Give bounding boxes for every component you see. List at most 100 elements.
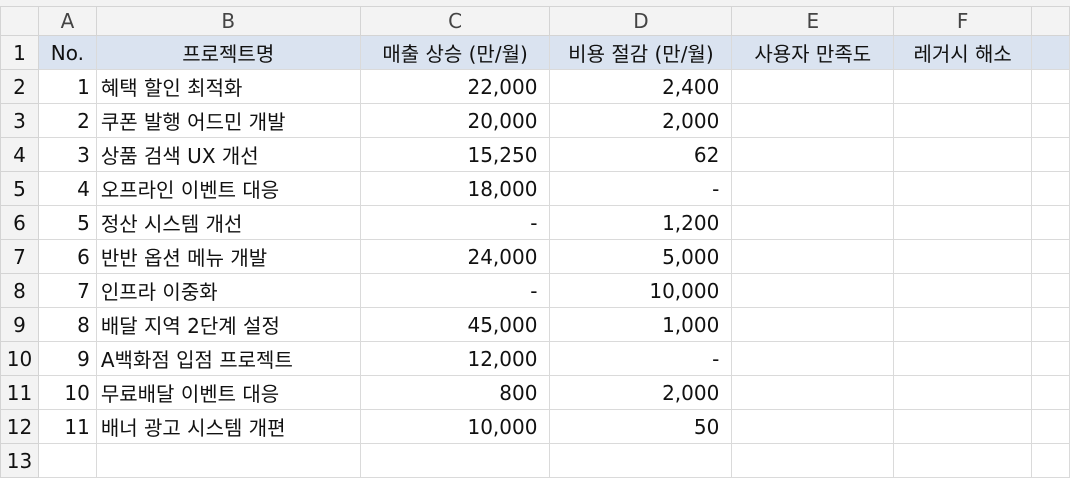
row-header[interactable]: 13 [0,443,39,478]
cell-project-name[interactable]: 인프라 이중화 [95,273,361,308]
cell-cost[interactable]: 10,000 [549,273,733,308]
header-cell-project[interactable]: 프로젝트명 [95,35,361,70]
column-header-a[interactable]: A [37,6,97,36]
empty-cell[interactable] [359,443,551,478]
cell-no[interactable]: 5 [37,205,97,240]
cell-project-name[interactable]: 정산 시스템 개선 [95,205,361,240]
empty-cell[interactable] [1031,35,1070,70]
header-cell-legacy[interactable]: 레거시 해소 [893,35,1033,70]
cell-project-name[interactable]: 쿠폰 발행 어드민 개발 [95,103,361,138]
column-header-f[interactable]: F [893,6,1033,36]
row-header[interactable]: 10 [0,341,39,376]
row-header[interactable]: 8 [0,273,39,308]
select-all-corner[interactable] [0,6,39,36]
cell-cost[interactable]: 2,000 [549,375,733,410]
cell-no[interactable]: 3 [37,137,97,172]
row-header[interactable]: 4 [0,137,39,172]
empty-cell[interactable] [1031,171,1070,206]
cell-project-name[interactable]: 상품 검색 UX 개선 [95,137,361,172]
empty-cell[interactable] [1031,273,1070,308]
cell-no[interactable]: 4 [37,171,97,206]
cell-no[interactable]: 9 [37,341,97,376]
row-header[interactable]: 9 [0,307,39,342]
cell-cost[interactable]: 1,000 [549,307,733,342]
cell-legacy[interactable] [893,239,1033,274]
row-header[interactable]: 3 [0,103,39,138]
cell-sales[interactable]: - [359,273,551,308]
cell-cost[interactable]: 62 [549,137,733,172]
header-cell-sales[interactable]: 매출 상승 (만/월) [359,35,551,70]
empty-cell[interactable] [1031,69,1070,104]
cell-no[interactable]: 10 [37,375,97,410]
cell-satisfaction[interactable] [731,273,895,308]
cell-project-name[interactable]: 배너 광고 시스템 개편 [95,409,361,444]
cell-sales[interactable]: 800 [359,375,551,410]
cell-sales[interactable]: 15,250 [359,137,551,172]
cell-project-name[interactable]: 배달 지역 2단계 설정 [95,307,361,342]
empty-cell[interactable] [1031,375,1070,410]
column-header-e[interactable]: E [731,6,895,36]
cell-satisfaction[interactable] [731,205,895,240]
cell-legacy[interactable] [893,375,1033,410]
cell-legacy[interactable] [893,171,1033,206]
cell-sales[interactable]: - [359,205,551,240]
cell-sales[interactable]: 18,000 [359,171,551,206]
empty-cell[interactable] [95,443,361,478]
empty-cell[interactable] [893,443,1033,478]
cell-sales[interactable]: 10,000 [359,409,551,444]
cell-satisfaction[interactable] [731,69,895,104]
column-header-g[interactable] [1031,6,1070,36]
cell-cost[interactable]: - [549,171,733,206]
row-header[interactable]: 5 [0,171,39,206]
empty-cell[interactable] [1031,137,1070,172]
cell-sales[interactable]: 45,000 [359,307,551,342]
cell-cost[interactable]: 50 [549,409,733,444]
cell-satisfaction[interactable] [731,375,895,410]
cell-sales[interactable]: 12,000 [359,341,551,376]
cell-cost[interactable]: 2,400 [549,69,733,104]
cell-sales[interactable]: 22,000 [359,69,551,104]
header-cell-no[interactable]: No. [37,35,97,70]
column-header-d[interactable]: D [549,6,733,36]
header-cell-cost[interactable]: 비용 절감 (만/월) [549,35,733,70]
cell-legacy[interactable] [893,205,1033,240]
cell-cost[interactable]: 2,000 [549,103,733,138]
cell-cost[interactable]: 1,200 [549,205,733,240]
row-header[interactable]: 2 [0,69,39,104]
cell-no[interactable]: 11 [37,409,97,444]
empty-cell[interactable] [1031,341,1070,376]
row-header[interactable]: 12 [0,409,39,444]
cell-no[interactable]: 7 [37,273,97,308]
cell-project-name[interactable]: A백화점 입점 프로젝트 [95,341,361,376]
cell-legacy[interactable] [893,273,1033,308]
cell-satisfaction[interactable] [731,171,895,206]
empty-cell[interactable] [1031,443,1070,478]
row-header[interactable]: 1 [0,35,39,70]
cell-no[interactable]: 8 [37,307,97,342]
cell-no[interactable]: 6 [37,239,97,274]
cell-satisfaction[interactable] [731,341,895,376]
empty-cell[interactable] [549,443,733,478]
cell-sales[interactable]: 24,000 [359,239,551,274]
cell-project-name[interactable]: 무료배달 이벤트 대응 [95,375,361,410]
cell-sales[interactable]: 20,000 [359,103,551,138]
cell-project-name[interactable]: 혜택 할인 최적화 [95,69,361,104]
empty-cell[interactable] [1031,103,1070,138]
cell-cost[interactable]: - [549,341,733,376]
cell-satisfaction[interactable] [731,137,895,172]
cell-legacy[interactable] [893,69,1033,104]
row-header[interactable]: 6 [0,205,39,240]
empty-cell[interactable] [1031,307,1070,342]
cell-no[interactable]: 2 [37,103,97,138]
cell-satisfaction[interactable] [731,409,895,444]
header-cell-satisfaction[interactable]: 사용자 만족도 [731,35,895,70]
empty-cell[interactable] [37,443,97,478]
column-header-c[interactable]: C [359,6,551,36]
cell-no[interactable]: 1 [37,69,97,104]
cell-project-name[interactable]: 반반 옵션 메뉴 개발 [95,239,361,274]
cell-legacy[interactable] [893,307,1033,342]
row-header[interactable]: 7 [0,239,39,274]
empty-cell[interactable] [1031,205,1070,240]
cell-legacy[interactable] [893,409,1033,444]
cell-cost[interactable]: 5,000 [549,239,733,274]
